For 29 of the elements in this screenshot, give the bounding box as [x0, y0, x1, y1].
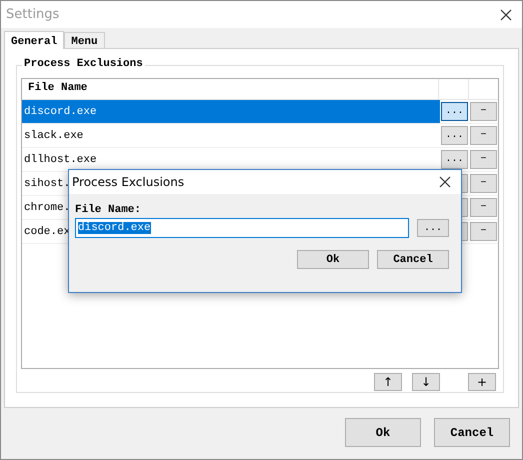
remove-button[interactable]: −: [470, 222, 497, 241]
column-header: File Name: [27, 81, 88, 96]
cancel-button[interactable]: Cancel: [377, 250, 449, 269]
move-down-button[interactable]: ↓: [412, 373, 440, 391]
close-icon[interactable]: [500, 8, 512, 20]
list-item[interactable]: dllhost.exe: [22, 148, 440, 171]
ok-button[interactable]: Ok: [297, 250, 369, 269]
tab[interactable]: Menu: [64, 32, 105, 48]
remove-button[interactable]: −: [470, 126, 497, 145]
input-field[interactable]: discord.exe: [75, 218, 409, 238]
remove-button[interactable]: −: [470, 198, 497, 217]
add-button[interactable]: +: [468, 373, 496, 391]
remove-button[interactable]: −: [470, 102, 497, 121]
dialog-title: Process Exclusions: [72, 175, 184, 189]
list-item[interactable]: slack.exe: [22, 124, 440, 147]
move-up-button[interactable]: ↑: [374, 373, 402, 391]
close-icon[interactable]: [439, 176, 451, 188]
ok-button[interactable]: Ok: [345, 418, 421, 447]
tab[interactable]: General: [4, 31, 64, 49]
remove-button[interactable]: −: [470, 150, 497, 169]
field-label: File Name:: [75, 204, 142, 216]
cancel-button[interactable]: Cancel: [434, 418, 510, 447]
list-item[interactable]: discord.exe: [22, 100, 440, 123]
browse-button[interactable]: ...: [441, 150, 468, 169]
remove-button[interactable]: −: [470, 174, 497, 193]
window-title: Settings: [6, 7, 60, 22]
browse-button[interactable]: ...: [417, 219, 449, 237]
browse-button[interactable]: ...: [441, 102, 468, 121]
browse-button[interactable]: ...: [441, 126, 468, 145]
